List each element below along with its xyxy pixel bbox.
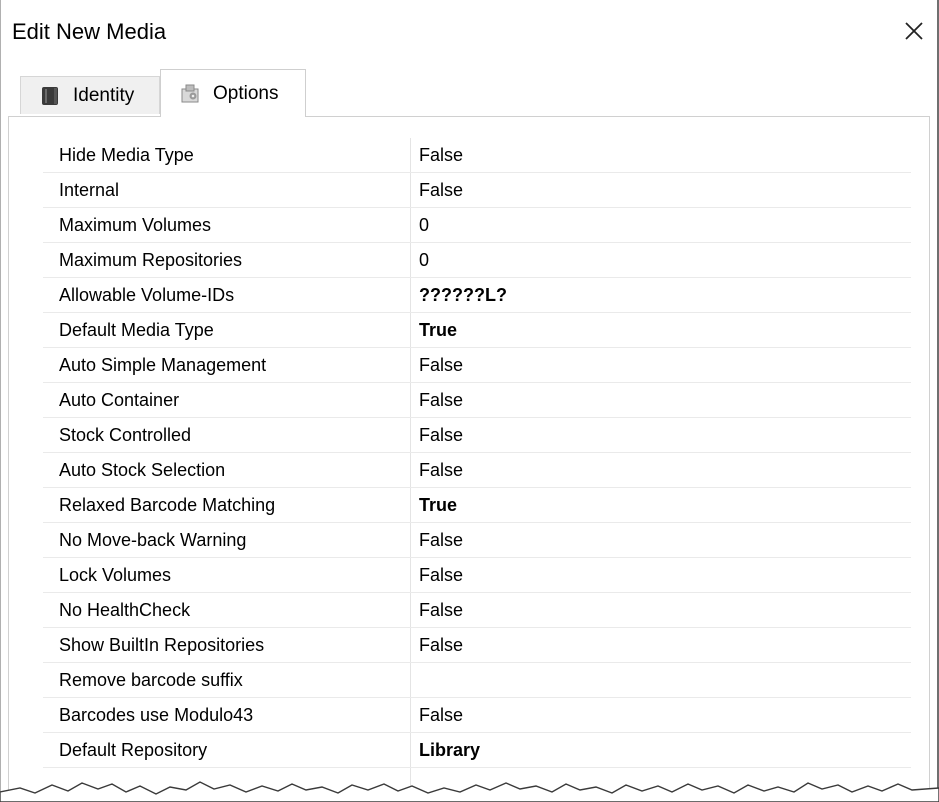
edit-media-dialog: Edit New Media Identity Options Hide Med… <box>0 0 939 802</box>
property-row[interactable]: Default Media Type True <box>43 313 911 348</box>
property-row[interactable]: Remove barcode suffix <box>43 663 911 698</box>
property-row[interactable]: Auto Container False <box>43 383 911 418</box>
property-label: No Move-back Warning <box>59 530 247 550</box>
property-value[interactable]: ??????L? <box>419 285 507 306</box>
property-row[interactable]: Auto Stock Selection False <box>43 453 911 488</box>
title-bar: Edit New Media <box>0 0 937 66</box>
property-row[interactable]: No HealthCheck False <box>43 593 911 628</box>
property-row[interactable]: Maximum Volumes 0 <box>43 208 911 243</box>
property-value[interactable]: False <box>419 530 463 551</box>
tab-identity[interactable]: Identity <box>20 76 160 114</box>
property-value[interactable]: True <box>419 320 457 341</box>
property-row[interactable]: Lock Volumes False <box>43 558 911 593</box>
property-row[interactable]: Hide Media Type False <box>43 138 911 173</box>
property-value[interactable]: 0 <box>419 215 429 236</box>
property-label: Auto Simple Management <box>59 355 267 375</box>
property-label: Lock Volumes <box>59 565 172 585</box>
property-label: Internal <box>59 180 120 200</box>
property-value[interactable]: False <box>419 425 463 446</box>
property-label: Stock Controlled <box>59 425 192 445</box>
property-row[interactable]: Maximum Repositories 0 <box>43 243 911 278</box>
property-grid: Hide Media Type False Internal False Maxim… <box>43 138 911 768</box>
property-row[interactable]: No Move-back Warning False <box>43 523 911 558</box>
property-value[interactable]: False <box>419 600 463 621</box>
property-row[interactable]: Relaxed Barcode Matching True <box>43 488 911 523</box>
property-label: Show BuiltIn Repositories <box>59 635 265 655</box>
property-label: Auto Stock Selection <box>59 460 226 480</box>
property-value[interactable]: False <box>419 180 463 201</box>
property-label: Allowable Volume-IDs <box>59 285 235 305</box>
property-label: Hide Media Type <box>59 145 194 165</box>
property-value[interactable]: False <box>419 635 463 656</box>
property-value[interactable]: False <box>419 145 463 166</box>
window-border-left <box>0 0 1 802</box>
property-row[interactable]: Show BuiltIn Repositories False <box>43 628 911 663</box>
property-value[interactable]: False <box>419 705 463 726</box>
book-icon <box>39 85 61 107</box>
property-label: Auto Container <box>59 390 180 410</box>
property-label: No HealthCheck <box>59 600 191 620</box>
tab-options-label: Options <box>213 82 279 104</box>
property-row[interactable]: Barcodes use Modulo43 False <box>43 698 911 733</box>
window-title: Edit New Media <box>12 19 167 44</box>
tab-identity-label: Identity <box>73 84 135 106</box>
property-label: Relaxed Barcode Matching <box>59 495 276 515</box>
property-value[interactable]: False <box>419 460 463 481</box>
property-value[interactable]: 0 <box>419 250 429 271</box>
property-label: Remove barcode suffix <box>59 670 243 690</box>
torn-edge <box>0 781 939 802</box>
close-button[interactable] <box>895 12 933 50</box>
close-icon <box>905 22 923 40</box>
tab-options[interactable]: Options <box>160 69 306 117</box>
property-label: Maximum Volumes <box>59 215 212 235</box>
property-value[interactable]: False <box>419 565 463 586</box>
property-row[interactable]: Default Repository Library <box>43 733 911 768</box>
property-value[interactable]: False <box>419 390 463 411</box>
settings-icon <box>179 83 201 105</box>
property-label: Barcodes use Modulo43 <box>59 705 254 725</box>
property-value[interactable]: True <box>419 495 457 516</box>
property-row[interactable]: Auto Simple Management False <box>43 348 911 383</box>
property-value[interactable]: False <box>419 355 463 376</box>
property-label: Maximum Repositories <box>59 250 243 270</box>
property-row[interactable]: Allowable Volume-IDs ??????L? <box>43 278 911 313</box>
property-label: Default Repository <box>59 740 208 760</box>
property-label: Default Media Type <box>59 320 214 340</box>
property-row[interactable]: Stock Controlled False <box>43 418 911 453</box>
property-value[interactable]: Library <box>419 740 480 761</box>
property-row[interactable]: Internal False <box>43 173 911 208</box>
